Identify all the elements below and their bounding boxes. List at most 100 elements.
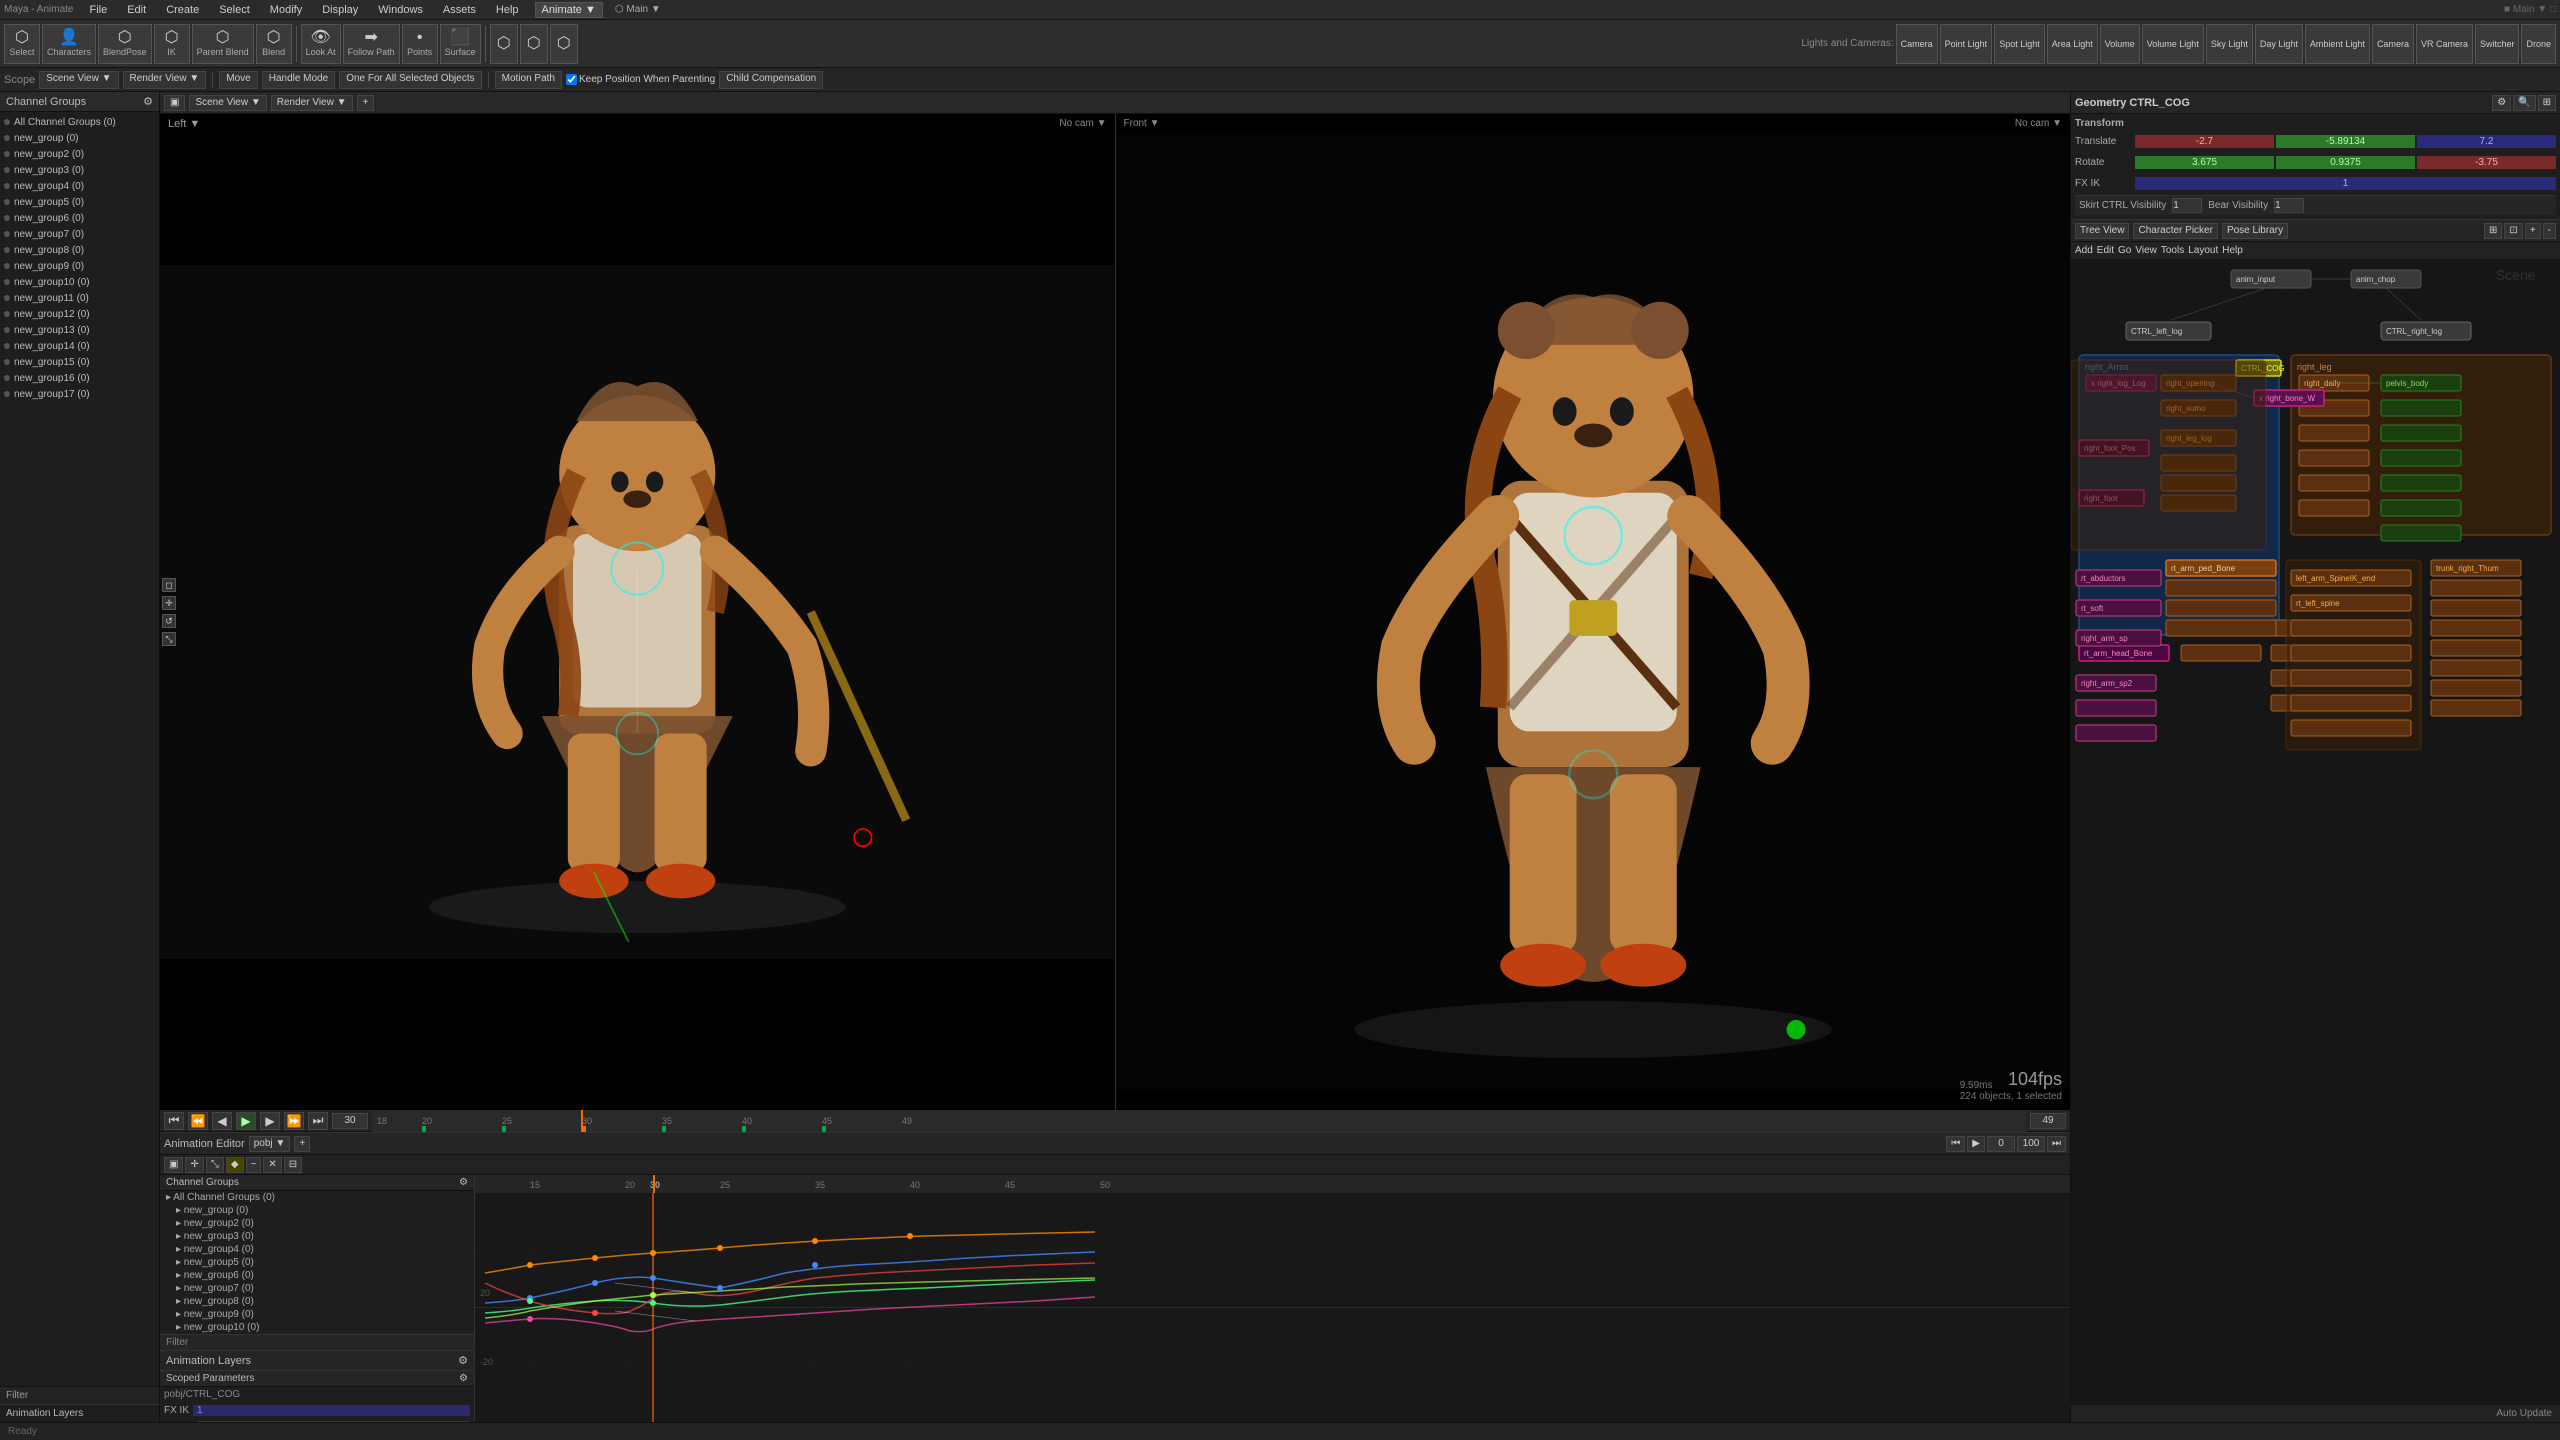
cg-item-11[interactable]: new_group11 (0) xyxy=(0,290,159,306)
tl-item-g7[interactable]: ▸ new_group7 (0) xyxy=(160,1282,474,1295)
icon-rotate[interactable]: ↺ xyxy=(162,614,176,628)
tool-blendpose[interactable]: ⬡ BlendPose xyxy=(98,24,152,64)
node-view-btn[interactable]: View xyxy=(2135,245,2157,256)
rotate-z-value[interactable]: -3.75 xyxy=(2417,156,2556,169)
icon-select[interactable]: ◻ xyxy=(162,578,176,592)
tl-item-g3[interactable]: ▸ new_group3 (0) xyxy=(160,1230,474,1243)
handle-mode-btn[interactable]: Handle Mode xyxy=(262,71,335,89)
daylightbtn[interactable]: Day Light xyxy=(2255,24,2303,64)
btn-next-key[interactable]: ⏩ xyxy=(284,1112,304,1130)
btn-prev-key[interactable]: ⏪ xyxy=(188,1112,208,1130)
animate-mode-badge[interactable]: Animate ▼ xyxy=(535,2,603,18)
ng-zoom-in-btn[interactable]: + xyxy=(2525,223,2541,239)
node-help-btn[interactable]: Help xyxy=(2222,245,2243,256)
anim-editor-obj-btn[interactable]: pobj ▼ xyxy=(249,1136,291,1152)
tool-characters[interactable]: 👤 Characters xyxy=(42,24,96,64)
scene-view-btn[interactable]: Scene View ▼ xyxy=(39,71,118,89)
anim-start-input[interactable] xyxy=(1987,1136,2015,1152)
time-ruler[interactable]: 18 20 25 30 35 40 45 49 xyxy=(372,1110,2026,1132)
camera2-btn[interactable]: Camera xyxy=(2372,24,2414,64)
cg-item-15[interactable]: new_group15 (0) xyxy=(0,354,159,370)
btn-step-back[interactable]: ◀ xyxy=(212,1112,232,1130)
render-view-btn[interactable]: Render View ▼ xyxy=(123,71,207,89)
motion-path-btn[interactable]: Motion Path xyxy=(495,71,562,89)
cg-item-10[interactable]: new_group10 (0) xyxy=(0,274,159,290)
bear-vis-input[interactable] xyxy=(2274,198,2304,213)
anim-next-btn[interactable]: ⏭ xyxy=(2047,1136,2066,1152)
node-go-btn[interactable]: Go xyxy=(2118,245,2131,256)
tool-points[interactable]: • Points xyxy=(402,24,438,64)
cg-item-14[interactable]: new_group14 (0) xyxy=(0,338,159,354)
tl-item-g6[interactable]: ▸ new_group6 (0) xyxy=(160,1269,474,1282)
viewport-right[interactable]: Front ▼ No cam ▼ xyxy=(1116,114,2071,1110)
icon-scale[interactable]: ⤡ xyxy=(162,632,176,646)
tl-item-g4[interactable]: ▸ new_group4 (0) xyxy=(160,1243,474,1256)
tool-ik[interactable]: ⬡ IK xyxy=(154,24,190,64)
cg-item-17[interactable]: new_group17 (0) xyxy=(0,386,159,402)
tl-item-g1[interactable]: ▸ new_group (0) xyxy=(160,1204,474,1217)
menu-display[interactable]: Display xyxy=(318,4,362,16)
end-frame-input[interactable] xyxy=(2030,1113,2066,1129)
cg-item-7[interactable]: new_group7 (0) xyxy=(0,226,159,242)
translate-x-value[interactable]: -2.7 xyxy=(2135,135,2274,148)
cg-item-3[interactable]: new_group3 (0) xyxy=(0,162,159,178)
rp-gear-btn[interactable]: ⚙ xyxy=(2492,95,2511,111)
rotate-y-value[interactable]: 0.9375 xyxy=(2276,156,2415,169)
tree-view-btn[interactable]: Tree View xyxy=(2075,223,2129,239)
ambilight-btn[interactable]: Ambient Light xyxy=(2305,24,2370,64)
drone-btn[interactable]: Drone xyxy=(2521,24,2556,64)
graph-delete-btn[interactable]: ✕ xyxy=(263,1157,281,1173)
cg-item-6[interactable]: new_group6 (0) xyxy=(0,210,159,226)
tl-item-g9[interactable]: ▸ new_group9 (0) xyxy=(160,1308,474,1321)
child-compensation-btn[interactable]: Child Compensation xyxy=(719,71,823,89)
graph-tangent-btn[interactable]: ~ xyxy=(246,1157,262,1173)
rotate-x-value[interactable]: 3.675 xyxy=(2135,156,2274,169)
node-edit-btn[interactable]: Edit xyxy=(2097,245,2114,256)
volume-btn[interactable]: Volume xyxy=(2100,24,2140,64)
tool-lookat[interactable]: 👁 Look At xyxy=(301,24,341,64)
keep-position-checkbox[interactable] xyxy=(566,74,577,85)
btn-play[interactable]: ▶ xyxy=(236,1112,256,1130)
graph-filter-btn[interactable]: ⊟ xyxy=(284,1157,302,1173)
btn-step-forward[interactable]: ▶ xyxy=(260,1112,280,1130)
node-add-btn[interactable]: Add xyxy=(2075,245,2093,256)
arealight-btn[interactable]: Area Light xyxy=(2047,24,2098,64)
icon-move[interactable]: ✛ xyxy=(162,596,176,610)
tool-blend[interactable]: ⬡ Blend xyxy=(256,24,292,64)
viewport-layout-btn[interactable]: ▣ xyxy=(164,95,185,111)
menu-create[interactable]: Create xyxy=(162,4,203,16)
rp-expand-btn[interactable]: ⊞ xyxy=(2538,95,2556,111)
menu-assets[interactable]: Assets xyxy=(439,4,480,16)
camera-btn[interactable]: Camera xyxy=(1896,24,1938,64)
menu-select[interactable]: Select xyxy=(215,4,254,16)
node-tools-btn[interactable]: Tools xyxy=(2161,245,2184,256)
btn-go-start[interactable]: ⏮ xyxy=(164,1112,184,1130)
tl-item-g5[interactable]: ▸ new_group5 (0) xyxy=(160,1256,474,1269)
graph-scale-btn[interactable]: ⤡ xyxy=(206,1157,224,1173)
anim-prev-btn[interactable]: ⏮ xyxy=(1946,1136,1965,1152)
gear-icon[interactable]: ⚙ xyxy=(143,95,153,108)
rp-search-btn[interactable]: 🔍 xyxy=(2513,95,2535,111)
anim-play-btn[interactable]: ▶ xyxy=(1967,1136,1985,1152)
ng-grid-btn[interactable]: ⊞ xyxy=(2484,223,2502,239)
timeline-graph[interactable]: 15 20 25 30 35 40 45 50 xyxy=(475,1175,2070,1422)
anim-layers-gear[interactable]: ⚙ xyxy=(458,1354,468,1367)
menu-edit[interactable]: Edit xyxy=(123,4,150,16)
cg-item-16[interactable]: new_group16 (0) xyxy=(0,370,159,386)
graph-move-btn[interactable]: ✛ xyxy=(185,1157,203,1173)
cg-item-2[interactable]: new_group2 (0) xyxy=(0,146,159,162)
cg-item-4[interactable]: new_group4 (0) xyxy=(0,178,159,194)
cg-item-all[interactable]: All Channel Groups (0) xyxy=(0,114,159,130)
tl-item-all[interactable]: ▸ All Channel Groups (0) xyxy=(160,1191,474,1204)
node-layout-btn[interactable]: Layout xyxy=(2188,245,2218,256)
switcher-btn[interactable]: Switcher xyxy=(2475,24,2520,64)
pose-library-btn[interactable]: Pose Library xyxy=(2222,223,2288,239)
tool-extra-2[interactable]: ⬡ xyxy=(520,24,548,64)
tl-channel-gear[interactable]: ⚙ xyxy=(459,1177,468,1188)
btn-go-end[interactable]: ⏭ xyxy=(308,1112,328,1130)
pointlight-btn[interactable]: Point Light xyxy=(1940,24,1993,64)
tl-item-g8[interactable]: ▸ new_group8 (0) xyxy=(160,1295,474,1308)
translate-y-value[interactable]: -5.89134 xyxy=(2276,135,2415,148)
cg-item-1[interactable]: new_group (0) xyxy=(0,130,159,146)
ng-zoom-fit-btn[interactable]: ⊡ xyxy=(2504,223,2522,239)
